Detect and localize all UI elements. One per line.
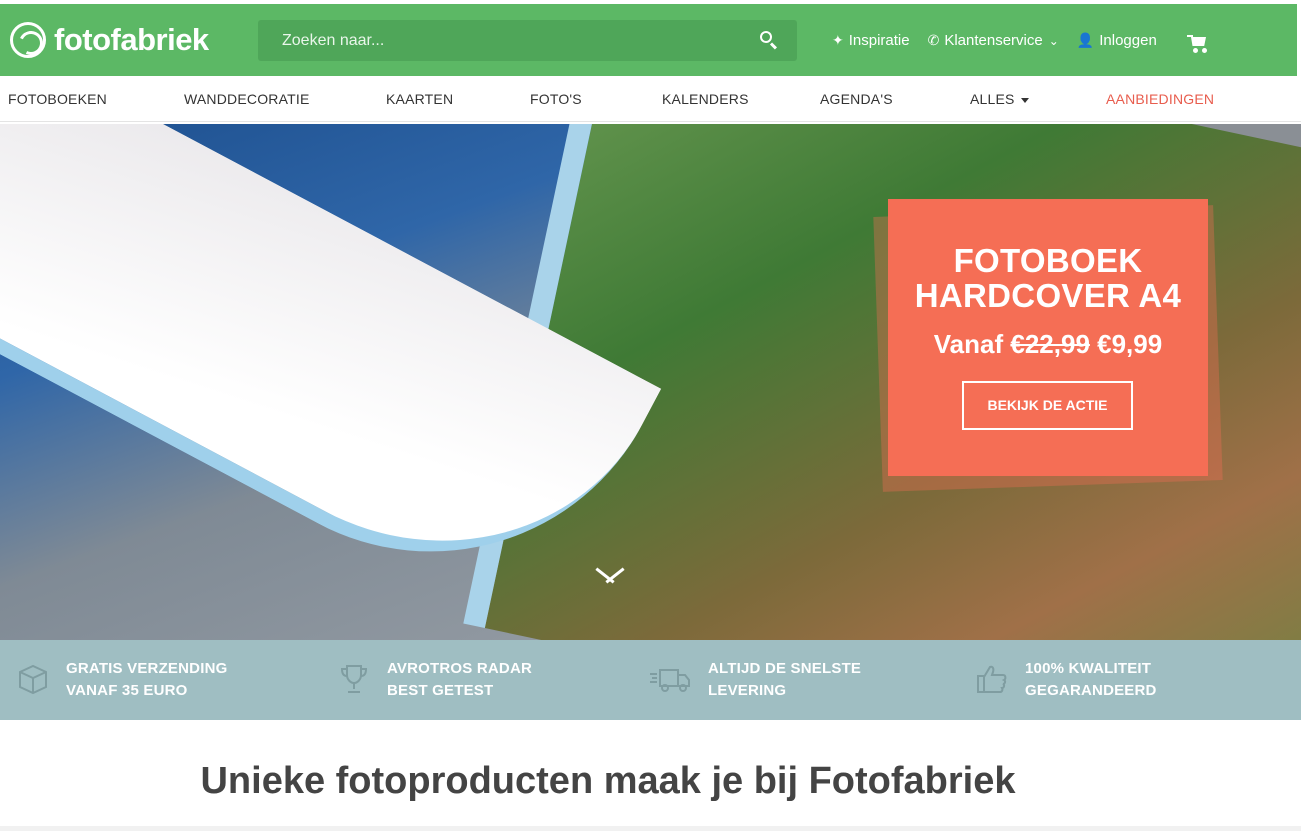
inloggen-label: Inloggen <box>1099 32 1157 49</box>
trophy-icon <box>340 665 368 693</box>
usp-line1: 100% KWALITEIT <box>1025 660 1152 677</box>
usp-line2: GEGARANDEERD <box>1025 682 1157 699</box>
phone-icon: ✆ <box>927 32 940 48</box>
logo-icon <box>10 22 46 58</box>
nav-fotos[interactable]: FOTO'S <box>530 91 582 107</box>
search-icon[interactable] <box>759 30 779 50</box>
header-links: ✦ Inspiratie ✆ Klantenservice ⌄ 👤 Inlogg… <box>832 32 1175 49</box>
usp-line2: VANAF 35 EURO <box>66 682 188 699</box>
klantenservice-link[interactable]: ✆ Klantenservice ⌄ <box>928 32 1059 49</box>
user-icon: 👤 <box>1076 32 1095 48</box>
promo-title-line2: HARDCOVER A4 <box>914 277 1182 314</box>
usp-bar: GRATIS VERZENDING VANAF 35 EURO AVROTROS… <box>0 640 1301 720</box>
price-prefix: Vanaf <box>933 329 1004 359</box>
nav-kalenders[interactable]: KALENDERS <box>662 91 749 107</box>
promo-price: Vanaf €22,99 €9,99 <box>888 329 1208 360</box>
inspiratie-label: Inspiratie <box>848 32 910 49</box>
box-icon <box>19 664 47 695</box>
nav-alles-label: ALLES <box>970 91 1015 107</box>
page-tagline: Unieke fotoproducten maak je bij Fotofab… <box>200 760 1016 802</box>
promo-card: FOTOBOEK HARDCOVER A4 Vanaf €22,99 €9,99… <box>888 199 1208 476</box>
usp-line1: AVROTROS RADAR <box>387 660 533 677</box>
thumbs-up-icon <box>977 665 1007 693</box>
usp-line2: LEVERING <box>708 682 787 699</box>
nav-alles[interactable]: ALLES <box>970 91 1029 107</box>
top-header: fotofabriek ✦ Inspiratie ✆ Klantenservic… <box>0 4 1297 76</box>
klantenservice-label: Klantenservice <box>944 32 1043 49</box>
main-nav: FOTOBOEKEN WANDDECORATIE KAARTEN FOTO'S … <box>0 76 1301 122</box>
usp-line2: BEST GETEST <box>387 682 494 699</box>
inloggen-link[interactable]: 👤 Inloggen <box>1077 32 1157 49</box>
usp-item: ALTIJD DE SNELSTE LEVERING <box>648 658 861 702</box>
search-input[interactable] <box>258 20 748 61</box>
usp-item: AVROTROS RADAR BEST GETEST <box>337 658 532 702</box>
chevron-down-icon: ⌄ <box>1048 33 1059 48</box>
scroll-down-icon[interactable] <box>594 568 626 586</box>
new-price: €9,99 <box>1097 329 1163 359</box>
usp-item: GRATIS VERZENDING VANAF 35 EURO <box>16 658 227 702</box>
sparkle-icon: ✦ <box>832 32 844 48</box>
usp-item: 100% KWALITEIT GEGARANDEERD <box>975 658 1157 702</box>
truck-icon <box>650 669 690 692</box>
usp-line1: GRATIS VERZENDING <box>66 660 228 677</box>
old-price: €22,99 <box>1010 329 1090 359</box>
bekijk-actie-button[interactable]: BEKIJK DE ACTIE <box>962 381 1133 430</box>
inspiratie-link[interactable]: ✦ Inspiratie <box>832 32 910 49</box>
search-bar <box>258 20 797 61</box>
nav-wanddecoratie[interactable]: WANDDECORATIE <box>184 91 310 107</box>
nav-agendas[interactable]: AGENDA'S <box>820 91 893 107</box>
promo-title: FOTOBOEK HARDCOVER A4 <box>888 243 1208 313</box>
section-divider <box>0 826 1301 831</box>
nav-kaarten[interactable]: KAARTEN <box>386 91 453 107</box>
nav-aanbiedingen[interactable]: AANBIEDINGEN <box>1106 91 1214 107</box>
nav-fotoboeken[interactable]: FOTOBOEKEN <box>8 91 107 107</box>
usp-line1: ALTIJD DE SNELSTE <box>708 660 862 677</box>
caret-down-icon <box>1020 97 1029 103</box>
logo[interactable]: fotofabriek <box>10 22 209 58</box>
promo-title-line1: FOTOBOEK <box>953 242 1143 279</box>
cart-icon[interactable] <box>1187 34 1209 54</box>
logo-text: fotofabriek <box>54 22 209 57</box>
